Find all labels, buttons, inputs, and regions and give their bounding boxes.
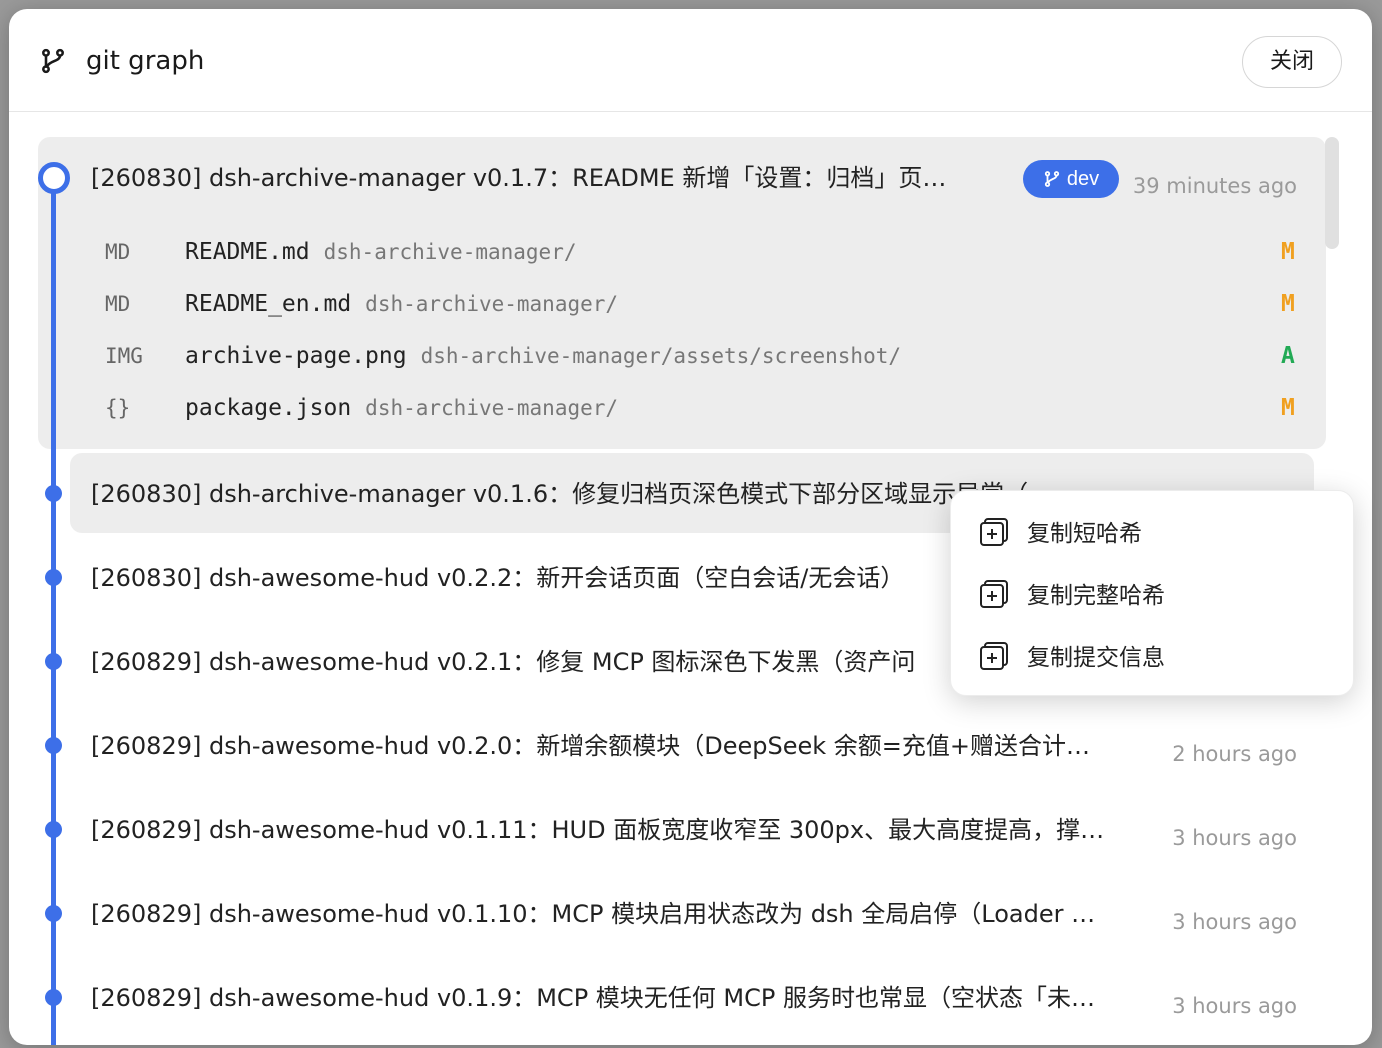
commit-message[interactable]: [260829] dsh-awesome-hud v0.1.9：MCP 模块无任… [91, 978, 1161, 1018]
branch-name: dev [1066, 167, 1100, 190]
copy-icon [980, 642, 1008, 670]
commit-time: 3 hours ago [1172, 910, 1297, 934]
commit-node [45, 821, 62, 838]
context-menu: 复制短哈希 复制完整哈希 复制提交信息 [950, 490, 1354, 696]
file-name-wrap: README.md dsh-archive-manager/ [185, 234, 577, 270]
menu-item-copy-commit-message[interactable]: 复制提交信息 [951, 625, 1353, 685]
file-path: dsh-archive-manager/ [365, 292, 619, 316]
file-type: MD [105, 240, 131, 264]
file-name: README_en.md [185, 291, 352, 317]
commit-time: 39 minutes ago [1132, 174, 1297, 198]
commit-message[interactable]: [260829] dsh-awesome-hud v0.1.11：HUD 面板宽… [91, 810, 1161, 850]
file-name-wrap: package.json dsh-archive-manager/ [185, 390, 618, 426]
commit-node [45, 485, 62, 502]
copy-icon [980, 518, 1008, 546]
dialog-header: git graph 关闭 [9, 9, 1372, 112]
commit-message[interactable]: [260829] dsh-awesome-hud v0.2.1：修复 MCP 图… [91, 642, 951, 682]
file-path: dsh-archive-manager/ [323, 240, 577, 264]
git-branch-icon [42, 48, 64, 74]
dialog-title: git graph [86, 46, 205, 76]
file-status: A [1281, 343, 1295, 369]
file-status: M [1281, 239, 1295, 265]
commit-node-head [38, 162, 70, 194]
branch-badge[interactable]: dev [1023, 160, 1119, 198]
menu-item-copy-full-hash[interactable]: 复制完整哈希 [951, 563, 1353, 623]
file-status: M [1281, 291, 1295, 317]
file-name: archive-page.png [185, 343, 407, 369]
file-type: {} [105, 396, 131, 420]
menu-item-label: 复制完整哈希 [1027, 583, 1165, 609]
commit-time: 3 hours ago [1172, 826, 1297, 850]
menu-item-copy-short-hash[interactable]: 复制短哈希 [951, 501, 1353, 561]
file-name-wrap: archive-page.png dsh-archive-manager/asse… [185, 338, 901, 374]
commit-node [45, 737, 62, 754]
commit-node [45, 989, 62, 1006]
commit-node [45, 569, 62, 586]
file-name-wrap: README_en.md dsh-archive-manager/ [185, 286, 618, 322]
file-path: dsh-archive-manager/ [365, 396, 619, 420]
file-type: IMG [105, 344, 143, 368]
commit-message[interactable]: [260830] dsh-archive-manager v0.1.6：修复归档… [91, 474, 1071, 514]
commit-message[interactable]: [260829] dsh-awesome-hud v0.1.10：MCP 模块启… [91, 894, 1161, 934]
commit-message[interactable]: [260829] dsh-awesome-hud v0.2.0：新增余额模块（D… [91, 726, 1151, 766]
commit-node [45, 905, 62, 922]
file-name: package.json [185, 395, 352, 421]
file-type: MD [105, 292, 131, 316]
file-path: dsh-archive-manager/assets/screenshot/ [420, 344, 901, 368]
scrollbar[interactable] [1325, 137, 1339, 249]
menu-item-label: 复制提交信息 [1027, 645, 1165, 671]
file-status: M [1281, 395, 1295, 421]
commit-message[interactable]: [260830] dsh-awesome-hud v0.2.2：新开会话页面（空… [91, 558, 951, 598]
commit-node [45, 653, 62, 670]
file-name: README.md [185, 239, 310, 265]
commit-message[interactable]: [260830] dsh-archive-manager v0.1.7：READ… [91, 158, 1011, 198]
copy-icon [980, 580, 1008, 608]
commit-time: 2 hours ago [1172, 742, 1297, 766]
git-branch-icon [1044, 171, 1059, 187]
menu-item-label: 复制短哈希 [1027, 521, 1142, 547]
close-button[interactable]: 关闭 [1242, 36, 1342, 88]
commit-time: 3 hours ago [1172, 994, 1297, 1018]
